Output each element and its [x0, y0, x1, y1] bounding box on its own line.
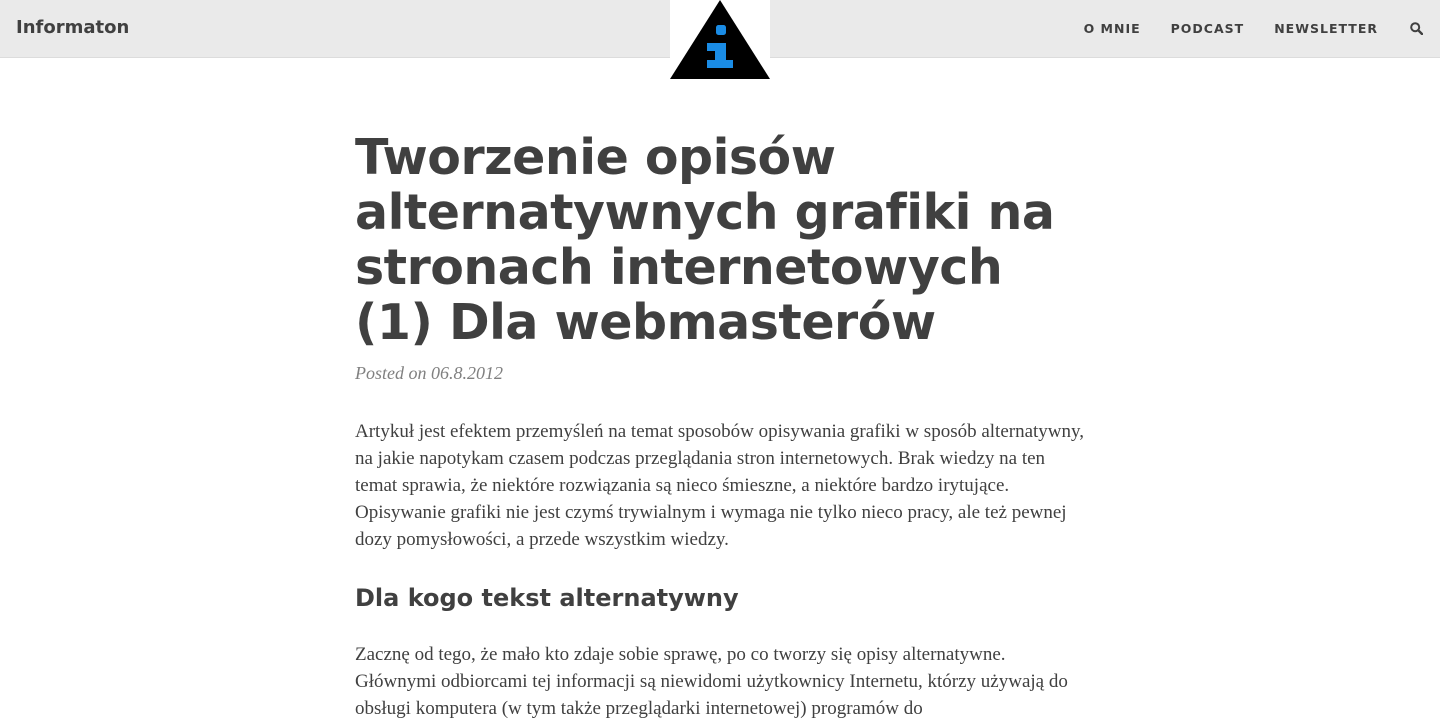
search-button[interactable] [1408, 21, 1424, 37]
nav-link-podcast[interactable]: PODCAST [1171, 21, 1245, 37]
nav-link-newsletter[interactable]: NEWSLETTER [1274, 21, 1378, 37]
post-date: Posted on 06.8.2012 [355, 363, 503, 383]
nav-link-o-mnie[interactable]: O MNIE [1084, 21, 1141, 37]
article: Tworzenie opisów alternatywnych grafiki … [355, 130, 1085, 720]
post-title: Tworzenie opisów alternatywnych grafiki … [355, 129, 1055, 351]
info-triangle-icon [670, 0, 770, 79]
article-paragraph: Artykuł jest efektem przemyśleń na temat… [355, 421, 1085, 550]
section-heading: Dla kogo tekst alternatywny [355, 584, 739, 612]
site-logo[interactable] [670, 0, 770, 80]
article-paragraph: Zacznę od tego, że mało kto zdaje sobie … [355, 644, 1068, 719]
brand-link[interactable]: Informaton [16, 17, 129, 39]
nav-links: O MNIE PODCAST NEWSLETTER [1054, 0, 1424, 57]
search-icon [1409, 22, 1423, 35]
